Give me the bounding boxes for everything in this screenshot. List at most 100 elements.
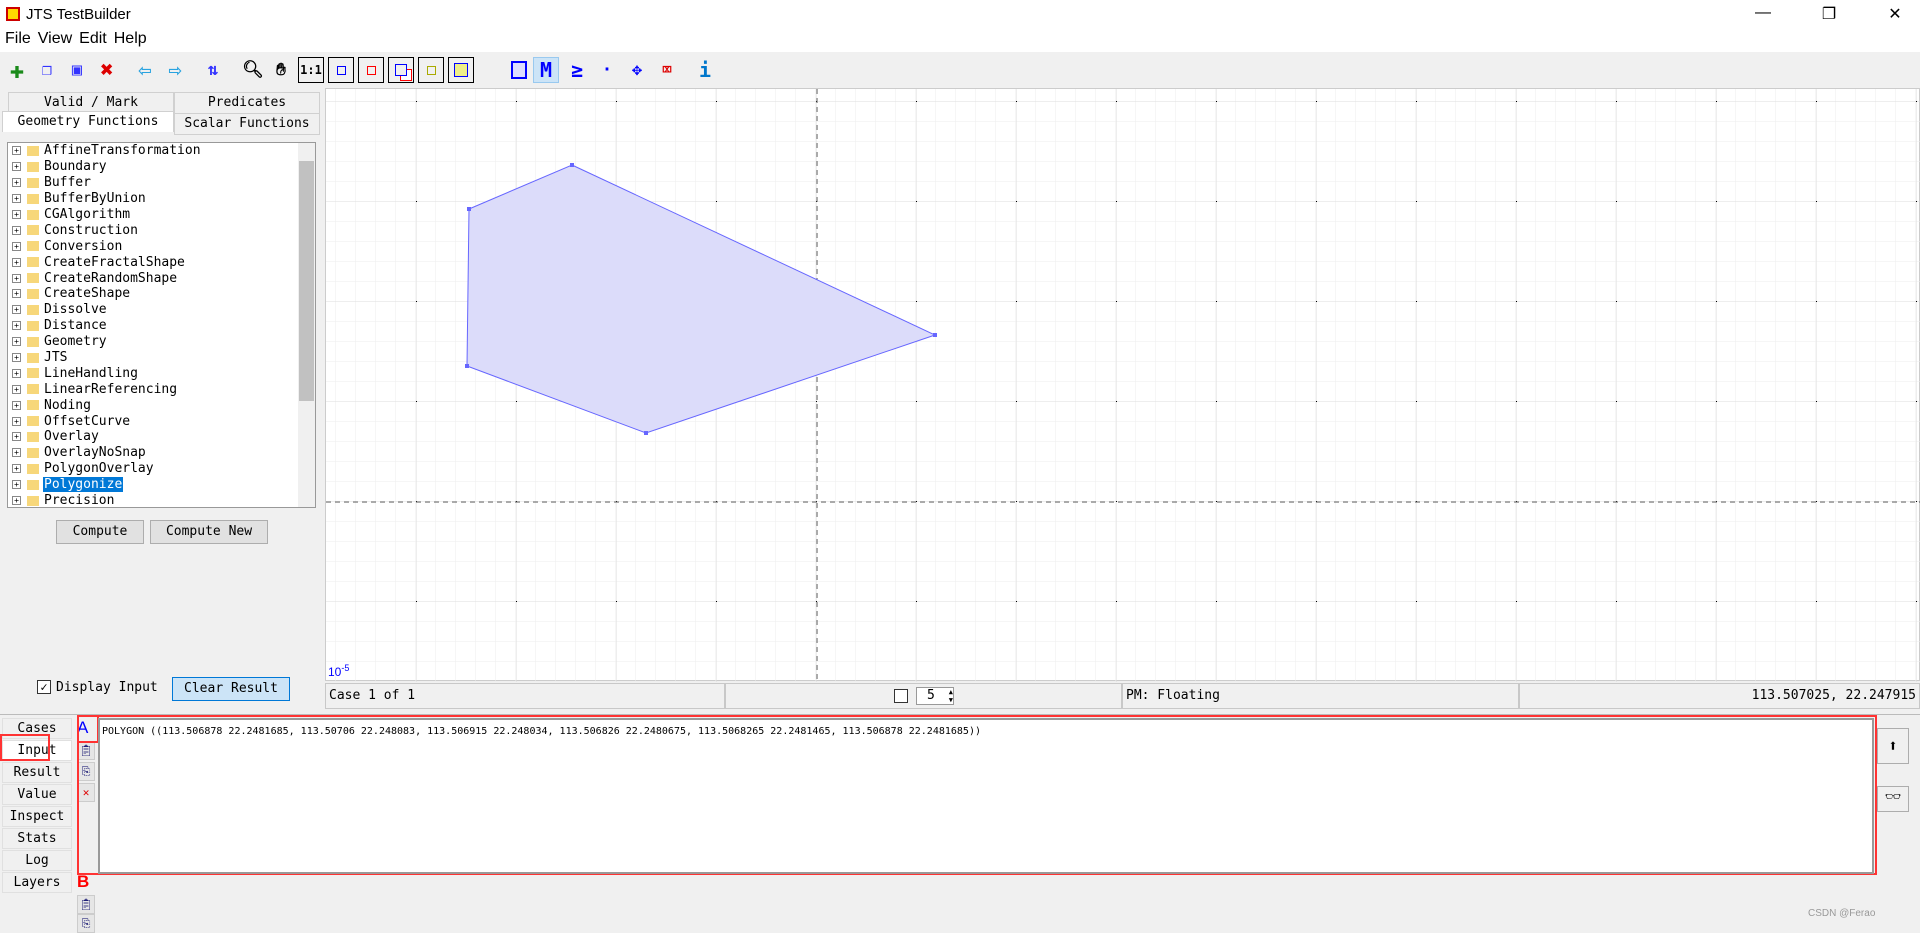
- copy-all-icon[interactable]: ▣: [64, 57, 90, 83]
- zoom-a-icon[interactable]: [328, 57, 354, 83]
- vertex-handle[interactable]: [465, 364, 469, 368]
- delete-case-icon[interactable]: ✖: [94, 57, 120, 83]
- menu-help[interactable]: Help: [114, 30, 147, 47]
- exchange-icon[interactable]: ⇅: [200, 57, 226, 83]
- expand-icon[interactable]: +: [12, 321, 21, 331]
- expand-icon[interactable]: +: [12, 146, 21, 156]
- expand-icon[interactable]: +: [12, 337, 21, 347]
- tab-geometry-functions[interactable]: Geometry Functions: [2, 111, 174, 132]
- expand-icon[interactable]: +: [12, 416, 21, 426]
- vertex-handle[interactable]: [644, 431, 648, 435]
- clear-result-button[interactable]: Clear Result: [172, 677, 290, 701]
- scroll-thumb[interactable]: [299, 161, 314, 401]
- compute-button[interactable]: Compute: [56, 520, 144, 544]
- tree-item[interactable]: + OverlayNoSnap: [8, 445, 315, 461]
- spinner-checkbox[interactable]: [894, 689, 908, 703]
- info-icon[interactable]: i: [692, 57, 718, 83]
- tree-item[interactable]: + CGAlgorithm: [8, 207, 315, 223]
- tree-item[interactable]: + Buffer: [8, 175, 315, 191]
- edit-vertex-icon[interactable]: ✥: [624, 57, 650, 83]
- expand-icon[interactable]: +: [12, 353, 21, 363]
- menu-file[interactable]: File: [5, 30, 31, 47]
- display-input-checkbox[interactable]: ✓: [37, 680, 51, 694]
- previous-icon[interactable]: ⇦: [132, 57, 158, 83]
- tree-item[interactable]: + JTS: [8, 350, 315, 366]
- vertex-handle[interactable]: [933, 333, 937, 337]
- minimize-button[interactable]: —: [1740, 4, 1786, 22]
- vertex-handle[interactable]: [570, 163, 574, 167]
- tree-item[interactable]: + Overlay: [8, 429, 315, 445]
- expand-icon[interactable]: +: [12, 368, 21, 378]
- tree-scrollbar[interactable]: [298, 143, 315, 507]
- inspect-geometry-button[interactable]: 👓︎: [1877, 786, 1909, 812]
- draw-lines-icon[interactable]: ≥: [564, 57, 590, 83]
- draw-linestring-icon[interactable]: M: [533, 57, 559, 83]
- tab-predicates[interactable]: Predicates: [174, 92, 320, 114]
- side-tab-stats[interactable]: Stats: [2, 828, 72, 849]
- geometry-canvas[interactable]: 10-5: [325, 88, 1920, 682]
- expand-icon[interactable]: +: [12, 225, 21, 235]
- tree-item[interactable]: + LineHandling: [8, 365, 315, 381]
- tree-item[interactable]: + CreateFractalShape: [8, 254, 315, 270]
- tree-item[interactable]: + CreateRandomShape: [8, 270, 315, 286]
- tree-item[interactable]: + CreateShape: [8, 286, 315, 302]
- one-to-one-icon[interactable]: 1:1: [298, 57, 324, 83]
- tree-item[interactable]: + AffineTransformation: [8, 143, 315, 159]
- maximize-button[interactable]: ❐: [1806, 4, 1852, 24]
- tree-item[interactable]: + Conversion: [8, 238, 315, 254]
- compute-new-button[interactable]: Compute New: [150, 520, 268, 544]
- tree-item[interactable]: + PolygonOverlay: [8, 461, 315, 477]
- zoom-full-icon[interactable]: [448, 57, 474, 83]
- geometry-b-label[interactable]: B: [77, 872, 89, 892]
- expand-icon[interactable]: +: [12, 210, 21, 219]
- zoom-icon[interactable]: 🔍︎: [240, 57, 266, 83]
- load-geometry-button[interactable]: ⬆: [1877, 728, 1909, 764]
- copy-case-icon[interactable]: ❐: [34, 57, 60, 83]
- draw-point-icon[interactable]: ·: [594, 57, 620, 83]
- expand-icon[interactable]: +: [12, 162, 21, 172]
- vertex-handle[interactable]: [467, 207, 471, 211]
- expand-icon[interactable]: +: [12, 257, 21, 267]
- side-tab-result[interactable]: Result: [2, 762, 72, 783]
- tree-item[interactable]: + Geometry: [8, 334, 315, 350]
- tree-item[interactable]: + LinearReferencing: [8, 381, 315, 397]
- delete-vertex-icon[interactable]: ⌧: [654, 57, 680, 83]
- tree-item[interactable]: + Distance: [8, 318, 315, 334]
- side-tab-inspect[interactable]: Inspect: [2, 806, 72, 827]
- side-tab-value[interactable]: Value: [2, 784, 72, 805]
- expand-icon[interactable]: +: [12, 384, 21, 394]
- expand-icon[interactable]: +: [12, 273, 21, 283]
- menu-edit[interactable]: Edit: [79, 30, 107, 47]
- expand-icon[interactable]: +: [12, 448, 21, 458]
- spinner-input[interactable]: 5 ▲ ▼: [916, 687, 954, 705]
- zoom-input-icon[interactable]: [388, 57, 414, 83]
- paste-b-icon[interactable]: 📋︎: [77, 895, 95, 914]
- spinner-arrows-icon[interactable]: ▲ ▼: [949, 688, 953, 704]
- expand-icon[interactable]: +: [12, 400, 21, 410]
- tree-item[interactable]: + Polygonize: [8, 477, 315, 493]
- expand-icon[interactable]: +: [12, 496, 21, 506]
- add-case-icon[interactable]: ✚: [4, 56, 30, 84]
- zoom-b-icon[interactable]: [358, 57, 384, 83]
- expand-icon[interactable]: +: [12, 305, 21, 315]
- expand-icon[interactable]: +: [12, 289, 21, 299]
- menu-view[interactable]: View: [38, 30, 72, 47]
- tree-item[interactable]: + Boundary: [8, 159, 315, 175]
- tree-item[interactable]: + Dissolve: [8, 302, 315, 318]
- tree-item[interactable]: + OffsetCurve: [8, 413, 315, 429]
- expand-icon[interactable]: +: [12, 464, 21, 474]
- tree-item[interactable]: + BufferByUnion: [8, 191, 315, 207]
- expand-icon[interactable]: +: [12, 178, 21, 188]
- tree-item[interactable]: + Precision: [8, 493, 315, 507]
- close-button[interactable]: ✕: [1872, 4, 1918, 24]
- zoom-result-icon[interactable]: [418, 57, 444, 83]
- wkt-a-textarea[interactable]: POLYGON ((113.506878 22.2481685, 113.507…: [98, 718, 1874, 874]
- side-tab-layers[interactable]: Layers: [2, 872, 72, 893]
- next-icon[interactable]: ⇨: [162, 57, 188, 83]
- tree-item[interactable]: + Construction: [8, 222, 315, 238]
- copy-b-icon[interactable]: ⎘: [77, 914, 95, 933]
- side-tab-log[interactable]: Log: [2, 850, 72, 871]
- tab-scalar-functions[interactable]: Scalar Functions: [174, 113, 320, 135]
- expand-icon[interactable]: +: [12, 480, 21, 490]
- expand-icon[interactable]: +: [12, 432, 21, 442]
